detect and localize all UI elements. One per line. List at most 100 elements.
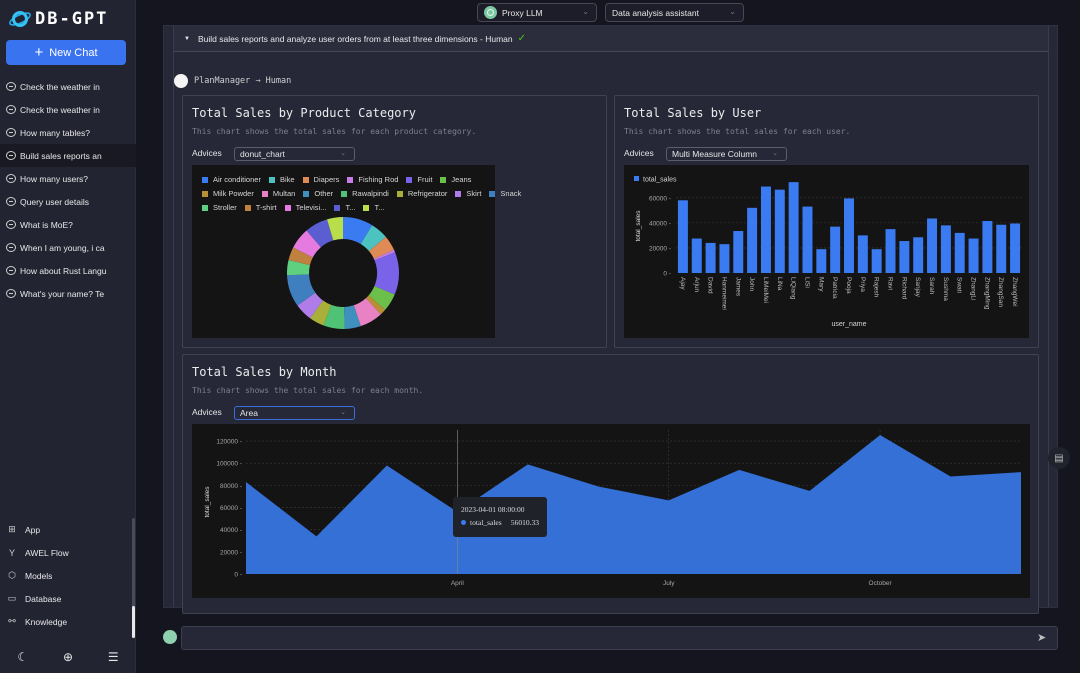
card-title: Total Sales by Month: [192, 365, 337, 379]
area-chart-area: 0 - 20000 - 40000 - 60000 - 80000 - 100000 - 1…: [192, 424, 1030, 598]
sidebar-nav-database[interactable]: ▭ Database: [0, 587, 136, 610]
logo: DB-GPT: [8, 7, 108, 31]
caret-down-icon[interactable]: ▼: [184, 36, 190, 42]
y-tick-label: 60000 -: [220, 505, 242, 512]
x-tick-label: Priya: [859, 277, 866, 292]
x-tick-label: Arjun: [693, 277, 700, 293]
bar[interactable]: [954, 232, 965, 273]
bar[interactable]: [788, 182, 799, 273]
bar[interactable]: [719, 244, 730, 273]
bar[interactable]: [940, 225, 951, 273]
moon-icon[interactable]: ☾: [17, 650, 28, 664]
send-icon[interactable]: ➤: [1037, 631, 1051, 645]
advices-label: Advices: [192, 407, 222, 417]
card-description: This chart shows the total sales for eac…: [192, 386, 424, 395]
llm-icon: [484, 6, 497, 19]
bar[interactable]: [899, 241, 910, 273]
bar[interactable]: [747, 207, 758, 273]
chat-history-item[interactable]: Check the weather in: [0, 75, 136, 98]
x-tick-label: Swati: [956, 277, 963, 293]
message-icon: [6, 220, 16, 229]
bar[interactable]: [774, 189, 785, 273]
chat-history-item[interactable]: How many users?: [0, 167, 136, 190]
bar[interactable]: [982, 220, 993, 273]
agent-avatar: [174, 74, 188, 88]
message-icon: [6, 266, 16, 275]
chat-input[interactable]: [182, 627, 1022, 649]
bar[interactable]: [844, 198, 854, 273]
bar[interactable]: [760, 186, 771, 273]
model-select[interactable]: Proxy LLM ⌄: [477, 3, 597, 22]
message-icon: [6, 243, 16, 252]
mode-select-value: Data analysis assistant: [612, 7, 699, 18]
document-button[interactable]: ▤: [1048, 447, 1070, 469]
bar[interactable]: [1010, 223, 1021, 273]
area-chart: 0 - 20000 - 40000 - 60000 - 80000 - 100000 - 1…: [204, 430, 1022, 587]
chat-history-item[interactable]: Query user details: [0, 190, 136, 213]
menu-fold-icon[interactable]: ☰: [108, 650, 119, 664]
series-dot: [461, 520, 466, 525]
y-tick-label: 60000 -: [649, 195, 671, 202]
globe-icon[interactable]: ⊕: [63, 650, 73, 664]
bar[interactable]: [677, 200, 688, 273]
scrollbar-thumb[interactable]: [132, 606, 135, 638]
new-chat-button[interactable]: + New Chat: [6, 40, 126, 65]
advices-select[interactable]: donut_chart ⌄: [234, 147, 355, 161]
chat-history-label: When I am young, i ca: [20, 242, 105, 253]
database-icon: ▭: [7, 593, 17, 603]
advices-select[interactable]: Area ⌄: [234, 406, 355, 420]
tooltip-series: total_sales: [461, 518, 502, 527]
x-tick-label: Patricia: [831, 277, 838, 299]
chat-history-item[interactable]: What's your name? Te: [0, 282, 136, 305]
x-tick-label: LiSi: [803, 277, 810, 288]
chat-history-label: Check the weather in: [20, 81, 100, 92]
x-tick-label: John: [748, 277, 755, 291]
logo-icon: [9, 11, 31, 27]
bar[interactable]: [802, 206, 813, 273]
chat-history-item[interactable]: Check the weather in: [0, 98, 136, 121]
message-icon: [6, 128, 16, 137]
chat-history-item[interactable]: What is MoE?: [0, 213, 136, 236]
sidebar-nav-models[interactable]: ⬡ Models: [0, 564, 136, 587]
bar[interactable]: [913, 237, 924, 273]
chevron-down-icon: ⌄: [340, 150, 346, 157]
area-series[interactable]: [246, 434, 1021, 574]
legend-label[interactable]: total_sales: [643, 177, 677, 184]
bar[interactable]: [885, 229, 896, 273]
advices-select-value: donut_chart: [240, 149, 285, 159]
bar[interactable]: [733, 231, 744, 273]
bar[interactable]: [871, 249, 882, 273]
nav-label: App: [25, 524, 41, 535]
x-tick-label: ZhangWei: [1011, 277, 1018, 307]
bar[interactable]: [968, 238, 979, 273]
sidebar-nav-app[interactable]: ⊞ App: [0, 518, 136, 541]
y-tick-label: 20000 -: [649, 245, 671, 252]
sidebar-nav-awel-flow[interactable]: Y AWEL Flow: [0, 541, 136, 564]
bar[interactable]: [705, 242, 716, 273]
donut-chart-area: Air conditioner Bike Diapers Fishing Rod Fru…: [192, 165, 521, 338]
bar[interactable]: [830, 226, 841, 273]
chat-history-item[interactable]: How about Rust Langu: [0, 259, 136, 282]
sidebar-scrollbar[interactable]: [132, 518, 135, 638]
sidebar-nav-knowledge[interactable]: ⚯ Knowledge: [0, 610, 136, 633]
bar[interactable]: [857, 235, 868, 273]
chat-history-item[interactable]: When I am young, i ca: [0, 236, 136, 259]
x-tick-label: ZhangLi: [970, 277, 977, 301]
chat-history-label: How about Rust Langu: [20, 265, 107, 276]
nav-label: Models: [25, 570, 53, 581]
x-tick-label: LiQiang: [790, 277, 797, 300]
mode-select[interactable]: Data analysis assistant ⌄: [605, 3, 744, 22]
chat-history-item[interactable]: Build sales reports an: [0, 144, 136, 167]
bar[interactable]: [691, 238, 702, 273]
nav-label: Database: [25, 593, 62, 604]
new-chat-label: New Chat: [49, 46, 98, 59]
bar[interactable]: [816, 249, 827, 273]
chat-history-item[interactable]: How many tables?: [0, 121, 136, 144]
bar[interactable]: [927, 218, 938, 273]
y-tick-label: 100000 -: [216, 461, 242, 468]
bar[interactable]: [996, 224, 1007, 273]
task-header[interactable]: ▼ Build sales reports and analyze user o…: [173, 26, 1049, 52]
advices-select[interactable]: Multi Measure Column ⌄: [666, 147, 787, 161]
y-tick-label: 40000 -: [220, 527, 242, 534]
chat-history-label: Build sales reports an: [20, 150, 102, 161]
